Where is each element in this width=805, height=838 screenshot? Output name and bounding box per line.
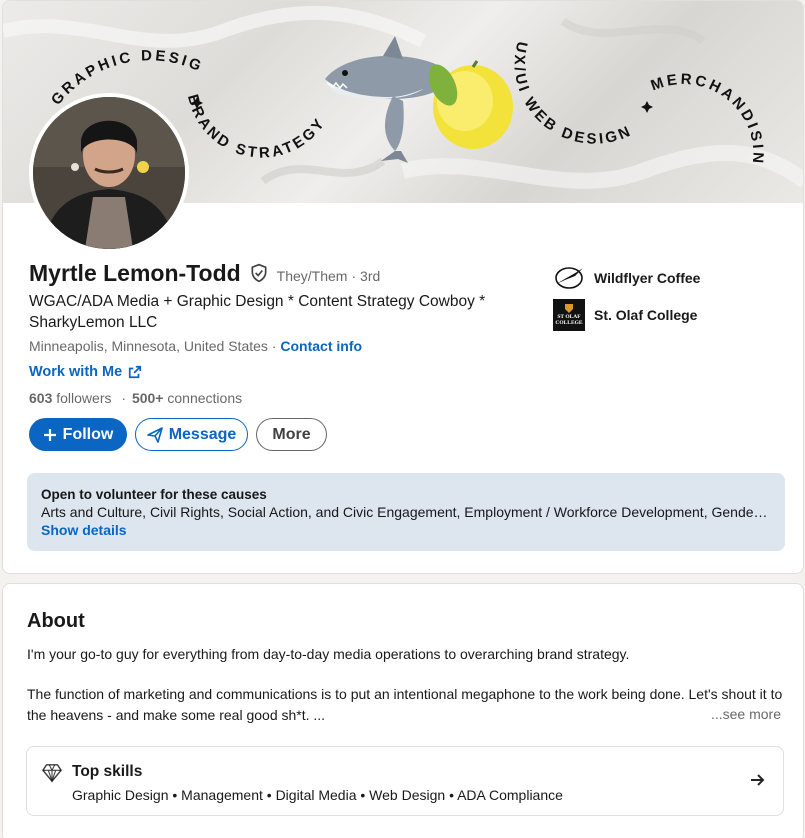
experience-item-wildflyer-coffee[interactable]: Wildflyer Coffee xyxy=(553,262,700,294)
sparkle-icon xyxy=(191,97,653,113)
experience-item-st-olaf-college[interactable]: ST OLAF COLLEGE St. Olaf College xyxy=(553,299,697,331)
about-card: About I'm your go-to guy for everything … xyxy=(2,583,804,838)
st-olaf-logo-icon: ST OLAF COLLEGE xyxy=(553,299,585,331)
profile-photo[interactable] xyxy=(29,93,189,253)
top-skills-box[interactable]: Top skills Graphic Design • Management •… xyxy=(26,746,784,816)
diamond-icon xyxy=(42,764,62,783)
banner-arc-text-uxui: UX/UI WEB DESIGN xyxy=(511,40,633,148)
pronouns: They/Them xyxy=(276,268,348,284)
message-label: Message xyxy=(168,425,237,443)
about-paragraph-2: The function of marketing and communicat… xyxy=(27,686,783,723)
connection-degree: · 3rd xyxy=(351,268,381,284)
profile-name-row: Myrtle Lemon-Todd They/Them · 3rd xyxy=(29,260,380,287)
connections-count[interactable]: 500+ connections xyxy=(132,390,242,406)
follow-label: Follow xyxy=(62,425,114,443)
follow-button[interactable]: Follow xyxy=(29,418,127,451)
profile-card: GRAPHIC DESIGN BRAND STRATEGY UX/UI WEB … xyxy=(2,0,804,574)
lemon-illustration xyxy=(428,60,513,149)
top-skills-list: Graphic Design • Management • Digital Me… xyxy=(72,787,563,803)
arrow-right-icon[interactable] xyxy=(749,772,765,788)
followers-connections-row: 603 followers · 500+ connections xyxy=(29,390,242,406)
see-more-link[interactable]: ...see more xyxy=(706,706,781,722)
svg-text:BRAND STRATEGY: BRAND STRATEGY xyxy=(184,93,330,162)
experience-name: St. Olaf College xyxy=(594,307,698,323)
work-with-me-link[interactable]: Work with Me xyxy=(29,364,142,380)
contact-info-link[interactable]: Contact info xyxy=(280,338,362,354)
banner-arc-text-brand-strategy: BRAND STRATEGY xyxy=(184,93,327,162)
verified-badge-icon[interactable] xyxy=(249,263,269,288)
logo-text: COLLEGE xyxy=(555,319,583,326)
avatar xyxy=(33,97,185,249)
location: Minneapolis, Minnesota, United States xyxy=(29,338,268,354)
about-paragraph-1: I'm your go-to guy for everything from d… xyxy=(27,646,630,662)
followers-count[interactable]: 603 followers xyxy=(29,390,112,406)
location-separator: · xyxy=(267,338,281,354)
more-button[interactable]: More xyxy=(256,418,327,451)
message-button[interactable]: Message xyxy=(135,418,248,451)
plus-icon xyxy=(43,428,56,441)
about-title: About xyxy=(27,610,85,632)
profile-headline: WGAC/ADA Media + Graphic Design * Conten… xyxy=(29,293,486,331)
show-details-link[interactable]: Show details xyxy=(41,522,771,538)
send-icon xyxy=(146,426,163,443)
more-label: More xyxy=(272,425,311,443)
profile-name: Myrtle Lemon-Todd xyxy=(29,260,241,286)
top-skills-title: Top skills xyxy=(72,763,143,780)
volunteer-causes: Arts and Culture, Civil Rights, Social A… xyxy=(41,504,771,520)
volunteer-title: Open to volunteer for these causes xyxy=(41,487,267,502)
wildflyer-logo-icon xyxy=(553,262,585,294)
experience-name: Wildflyer Coffee xyxy=(594,270,701,286)
external-link-icon xyxy=(129,365,142,379)
shark-illustration xyxy=(325,36,445,163)
volunteer-causes-box: Open to volunteer for these causes Arts … xyxy=(27,473,785,551)
location-row: Minneapolis, Minnesota, United States · … xyxy=(29,338,362,354)
svg-text:UX/UI WEB DESIGN: UX/UI WEB DESIGN xyxy=(511,40,636,148)
connections-separator: · xyxy=(121,390,127,406)
work-with-me-label: Work with Me xyxy=(29,364,123,380)
